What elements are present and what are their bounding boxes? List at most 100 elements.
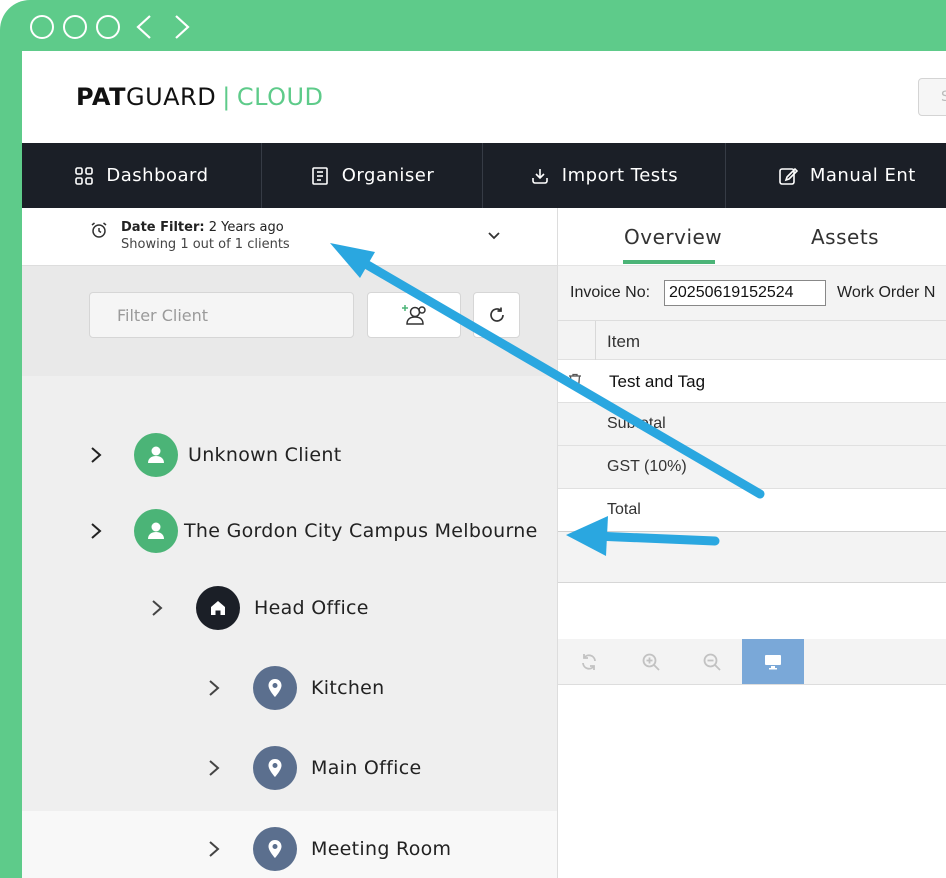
nav-import-tests-label: Import Tests xyxy=(561,165,679,186)
tree-item-unknown-client[interactable]: Unknown Client xyxy=(22,417,557,493)
refresh-clients-button[interactable] xyxy=(473,292,520,338)
date-filter-text: Date Filter: 2 Years ago xyxy=(121,220,284,235)
tree-item-label: Unknown Client xyxy=(188,444,342,466)
fit-screen-button[interactable] xyxy=(742,639,804,684)
refresh-icon xyxy=(489,307,504,322)
active-tab-indicator xyxy=(623,260,715,264)
date-filter-label: Date Filter: xyxy=(121,220,205,235)
grid-icon xyxy=(75,166,94,185)
column-header-item: Item xyxy=(607,332,641,351)
table-footer xyxy=(558,532,946,583)
edit-icon xyxy=(779,167,798,185)
brand-separator: | xyxy=(222,83,231,111)
add-user-icon xyxy=(402,305,426,325)
viewer-refresh-button[interactable] xyxy=(558,639,620,684)
tree-item-meeting-room[interactable]: Meeting Room xyxy=(22,811,557,878)
monitor-icon xyxy=(765,654,781,669)
subtotal-label: Subtotal xyxy=(607,415,666,432)
back-arrow-icon[interactable] xyxy=(129,12,159,42)
invoice-table: Item Test and Tag Subtotal GST (10%) Tot… xyxy=(558,321,946,583)
document-icon xyxy=(311,166,328,185)
detail-tabs: Overview Assets xyxy=(558,208,946,266)
client-filter-bar xyxy=(22,266,557,376)
zoom-in-icon xyxy=(642,653,660,671)
nav-manual-entry-label: Manual Ent xyxy=(809,165,916,186)
download-icon xyxy=(531,168,548,184)
gst-row: GST (10%) xyxy=(558,446,946,489)
trash-icon[interactable] xyxy=(568,373,582,389)
brand-part-cloud: CLOUD xyxy=(236,83,324,111)
filter-client-input[interactable] xyxy=(89,292,354,338)
viewer-toolbar xyxy=(558,639,946,685)
tree-item-label: Kitchen xyxy=(311,677,385,699)
app-header: PATGUARD | CLOUD S xyxy=(22,51,946,143)
tab-overview[interactable]: Overview xyxy=(624,225,722,249)
detail-panel: Overview Assets Invoice No: Work Order N… xyxy=(557,208,946,878)
tab-assets[interactable]: Assets xyxy=(811,225,879,249)
nav-manual-entry[interactable]: Manual Ent xyxy=(726,143,946,208)
add-client-button[interactable] xyxy=(367,292,461,338)
invoice-number-input[interactable] xyxy=(664,280,826,306)
zoom-out-button[interactable] xyxy=(681,639,743,684)
date-filter-showing: Showing 1 out of 1 clients xyxy=(121,237,290,252)
nav-import-tests[interactable]: Import Tests xyxy=(483,143,726,208)
tree-item-label: Head Office xyxy=(254,597,369,619)
alarm-clock-icon xyxy=(91,222,107,238)
invoice-number-label: Invoice No: xyxy=(570,284,651,301)
tree-item-label: Meeting Room xyxy=(311,838,452,860)
header-search-text: S xyxy=(941,89,946,105)
tree-item-label: Main Office xyxy=(311,757,422,779)
user-icon xyxy=(134,509,178,553)
chevron-right-icon[interactable] xyxy=(89,445,103,465)
app-window: PATGUARD | CLOUD S Dashboard Organiser Imp… xyxy=(22,51,946,878)
location-pin-icon xyxy=(253,746,297,790)
forward-arrow-icon[interactable] xyxy=(167,12,197,42)
total-row: Total xyxy=(558,489,946,532)
header-search-input[interactable]: S xyxy=(918,78,946,116)
zoom-in-button[interactable] xyxy=(620,639,682,684)
refresh-icon xyxy=(582,653,596,670)
chevron-down-icon[interactable] xyxy=(486,228,502,244)
brand-part-pat: PAT xyxy=(76,83,126,111)
invoice-bar: Invoice No: Work Order N xyxy=(558,266,946,321)
nav-organiser-label: Organiser xyxy=(341,165,435,186)
subtotal-row: Subtotal xyxy=(558,403,946,446)
chevron-right-icon[interactable] xyxy=(89,521,103,541)
window-dot-close[interactable] xyxy=(30,15,54,39)
table-header-row: Item xyxy=(558,321,946,360)
home-icon xyxy=(196,586,240,630)
client-tree: Unknown Client The Gordon City Campus Me… xyxy=(22,376,557,878)
tree-item-main-office[interactable]: Main Office xyxy=(22,730,557,806)
gst-label: GST (10%) xyxy=(607,458,687,475)
user-icon xyxy=(134,433,178,477)
chevron-right-icon[interactable] xyxy=(207,839,221,859)
work-order-label: Work Order N xyxy=(837,284,936,301)
location-pin-icon xyxy=(253,827,297,871)
nav-dashboard-label: Dashboard xyxy=(106,165,209,186)
document-viewer xyxy=(558,685,946,878)
location-pin-icon xyxy=(253,666,297,710)
nav-dashboard[interactable]: Dashboard xyxy=(22,143,262,208)
nav-organiser[interactable]: Organiser xyxy=(262,143,484,208)
zoom-out-icon xyxy=(703,653,721,671)
tree-item-head-office[interactable]: Head Office xyxy=(22,570,557,646)
window-dot-minimize[interactable] xyxy=(63,15,87,39)
chevron-right-icon[interactable] xyxy=(150,598,164,618)
table-cell-item[interactable]: Test and Tag xyxy=(609,372,705,392)
date-filter-value: 2 Years ago xyxy=(208,220,284,235)
chevron-right-icon[interactable] xyxy=(207,758,221,778)
table-row[interactable]: Test and Tag xyxy=(558,360,946,403)
tree-item-gordon-campus[interactable]: The Gordon City Campus Melbourne xyxy=(22,493,557,569)
window-controls xyxy=(30,12,197,42)
total-label: Total xyxy=(607,501,641,518)
tree-item-label: The Gordon City Campus Melbourne xyxy=(184,520,538,542)
date-filter-dropdown[interactable]: Date Filter: 2 Years ago Showing 1 out o… xyxy=(22,208,557,266)
column-divider xyxy=(595,321,596,360)
tree-item-kitchen[interactable]: Kitchen xyxy=(22,650,557,726)
chevron-right-icon[interactable] xyxy=(207,678,221,698)
window-dot-maximize[interactable] xyxy=(96,15,120,39)
main-navbar: Dashboard Organiser Import Tests Manual … xyxy=(22,143,946,208)
client-panel: Date Filter: 2 Years ago Showing 1 out o… xyxy=(22,208,557,878)
brand-part-guard: GUARD xyxy=(125,83,217,111)
brand-logo: PATGUARD | CLOUD xyxy=(76,83,324,111)
